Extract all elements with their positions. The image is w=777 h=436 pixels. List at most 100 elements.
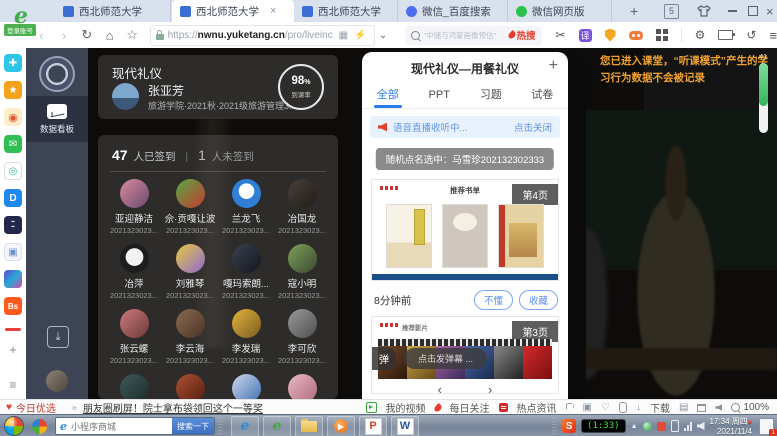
tray-expand-icon[interactable]: ▲ (631, 423, 638, 430)
tab-exam[interactable]: 试卷 (517, 84, 569, 108)
login-account-badge[interactable]: e 登录账号 (4, 6, 44, 36)
tab-wechat-web[interactable]: 微信网页版 (508, 0, 612, 22)
network-signal-icon[interactable] (684, 422, 692, 431)
user-avatar[interactable] (46, 370, 68, 392)
printer-icon[interactable]: ▤ (679, 402, 688, 413)
download-label[interactable]: 下载 (650, 400, 670, 415)
galaxy-game-icon[interactable] (4, 270, 22, 288)
window-split-icon[interactable] (697, 404, 706, 412)
today-picks-link[interactable]: 今日优选 (16, 400, 56, 415)
taskbar-search[interactable]: e 小程序商城 搜索一下 (55, 417, 215, 435)
taskbar-search-button[interactable]: 搜索一下 (172, 418, 214, 434)
my-videos-link[interactable]: 我的视频 (386, 400, 426, 415)
volume-slider[interactable]: 41 (753, 52, 773, 133)
close-window-button[interactable]: × (766, 0, 774, 22)
news-headline-link[interactable]: 朋友圈刷屏！院士拿布袋领回这个一等奖 (83, 400, 263, 415)
taskbar-clock[interactable]: 17:34 周四● 2021/11/4 (710, 417, 753, 436)
tab-exercise[interactable]: 习题 (465, 84, 517, 108)
360-browser-icon[interactable]: e (263, 416, 291, 436)
reader-grid-icon[interactable]: ▦ (339, 30, 348, 41)
word-icon[interactable]: W (391, 416, 419, 436)
security-shield-icon[interactable] (605, 29, 616, 42)
hot-news-link[interactable]: 热点资讯 (517, 400, 557, 415)
next-slide-icon[interactable]: › (488, 382, 492, 397)
tab-nwnu-1[interactable]: 西北师范大学 (55, 0, 171, 22)
tab-list-button[interactable]: 5 (664, 0, 679, 22)
hot-search-button[interactable]: 热搜 (509, 28, 536, 42)
translate-icon[interactable]: 译 (579, 29, 592, 42)
download-arrow-icon[interactable]: ↓ (636, 402, 641, 413)
volume-tray-icon[interactable] (697, 422, 705, 430)
sidebar-item-dashboard[interactable]: 数据看板 (26, 96, 88, 142)
danmu-input[interactable]: 点击发弹幕 ... (404, 348, 487, 369)
favorite-button[interactable]: 收藏 (519, 290, 558, 310)
search-box[interactable]: “中储与鸿蒙画像预估” 热搜 (405, 26, 542, 45)
screenshot-icon[interactable]: ▣ (583, 402, 592, 413)
record-icon[interactable]: ◎ (4, 162, 22, 180)
document-icon[interactable]: ▣ (4, 243, 22, 261)
tab-ppt[interactable]: PPT (414, 84, 466, 108)
history-undo-icon[interactable]: ↺ (746, 28, 756, 42)
slide-card-1[interactable]: 推荐书单 第4页 (371, 179, 559, 281)
green-tray-icon[interactable] (643, 422, 652, 431)
settings-gear-icon[interactable]: ⚙ (695, 28, 706, 42)
weibo-icon[interactable]: ◉ (4, 108, 22, 126)
phone-tray-icon[interactable] (671, 420, 679, 432)
refresh-icon[interactable]: ↻ (75, 27, 98, 43)
new-tab-button[interactable]: + (630, 0, 638, 22)
minimize-button[interactable] (728, 0, 737, 22)
forward-icon[interactable]: › (53, 28, 76, 43)
url-dropdown-icon[interactable]: ⌄ (375, 30, 390, 41)
toolbar: ✂ 译 ⚙ ↺ ≡ (556, 28, 777, 43)
360-pinwheel-icon[interactable] (32, 419, 47, 434)
shield-icon[interactable] (566, 403, 574, 413)
media-player-icon[interactable]: ▶ (327, 416, 355, 436)
screenshot-scissors-icon[interactable]: ✂ (556, 28, 566, 42)
page-content: 现代礼仪 张亚芳 旅游学院·2021秋·2021级旅游管理3... 98% 到课… (0, 48, 777, 399)
mouse-gesture-icon[interactable] (619, 402, 627, 413)
favorites-star-icon[interactable]: ★ (4, 81, 22, 99)
notification-icon[interactable]: 1 (759, 418, 774, 435)
speed-bolt-icon[interactable]: ⚡ (354, 30, 366, 41)
add-icon[interactable]: + (549, 57, 558, 75)
speaker-icon[interactable] (715, 404, 722, 411)
notes-app-icon[interactable]: ▪▪▪▪ (4, 216, 22, 234)
shop-app-icon[interactable]: Bs (4, 297, 22, 315)
list-icon[interactable]: ≡ (4, 376, 22, 394)
tab-all[interactable]: 全部 (362, 84, 414, 108)
theme-skin-button[interactable] (697, 0, 711, 22)
tab-nwnu-2-active[interactable]: 西北师范大学 × (172, 0, 294, 22)
not-understand-button[interactable]: 不懂 (474, 290, 513, 310)
tab-baidu-wechat[interactable]: 微信_百度搜索 (398, 0, 508, 22)
game-icon[interactable]: ✚ (4, 54, 22, 72)
download-icon[interactable]: ⤓ (47, 326, 69, 348)
daily-follow-link[interactable]: 每日关注 (450, 400, 490, 415)
tab-nwnu-3[interactable]: 西北师范大学 (294, 0, 398, 22)
sogou-input-icon[interactable]: S (562, 419, 576, 433)
restore-button[interactable] (748, 0, 758, 22)
tab-close-icon[interactable]: × (270, 5, 276, 17)
menu-icon[interactable]: ≡ (769, 28, 777, 43)
prev-slide-icon[interactable]: ‹ (438, 382, 442, 397)
listen-mode-notice: 您已进入课堂，“听课模式”产生的学习行为数据不会被记录 (600, 53, 776, 87)
powerpoint-icon[interactable]: P (359, 416, 387, 436)
battery-saver-icon[interactable] (718, 30, 733, 40)
list-glyph: ≡ (9, 378, 16, 392)
timer-lcd[interactable]: (1:33) (581, 419, 626, 433)
game-center-icon[interactable] (629, 31, 643, 40)
apps-grid-icon[interactable] (656, 29, 668, 41)
bookmark-star-icon[interactable]: ☆ (121, 27, 144, 43)
heart-outline-icon[interactable]: ♡ (601, 402, 610, 413)
home-icon[interactable]: ⌂ (98, 28, 121, 43)
explorer-folder-icon[interactable] (295, 416, 323, 436)
zoom-control[interactable]: 100% (731, 402, 769, 413)
mail-icon[interactable]: ✉ (4, 135, 22, 153)
d-app-icon[interactable]: D (4, 189, 22, 207)
red-tray-icon[interactable] (657, 422, 666, 431)
danmu-button[interactable]: 弹 (372, 347, 396, 370)
url-field[interactable]: https://nwnu.yuketang.cn/pro/liveinc ▦ ⚡ (150, 25, 376, 46)
add-icon[interactable]: + (4, 340, 22, 358)
start-button[interactable] (4, 416, 24, 436)
ie-taskbar-icon[interactable]: e (231, 416, 259, 436)
voice-close-button[interactable]: 点击关闭 (514, 120, 552, 134)
